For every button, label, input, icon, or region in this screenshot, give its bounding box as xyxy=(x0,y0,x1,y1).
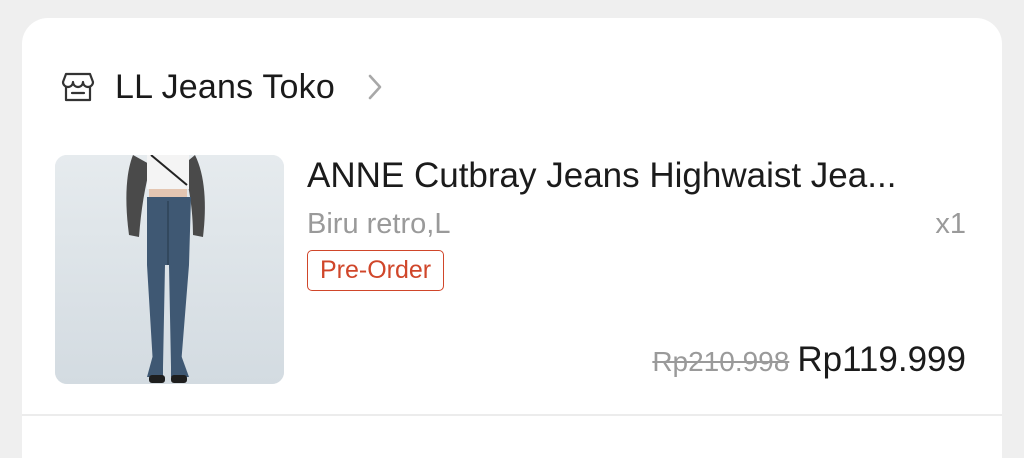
product-variant: Biru retro,L xyxy=(307,208,451,240)
price-row: Rp210.998 Rp119.999 xyxy=(652,340,966,380)
current-price: Rp119.999 xyxy=(797,340,966,379)
store-icon xyxy=(61,72,95,102)
product-title[interactable]: ANNE Cutbray Jeans Highwaist Jea... xyxy=(307,156,977,196)
divider xyxy=(22,414,1002,416)
chevron-right-icon[interactable] xyxy=(365,71,385,103)
original-price: Rp210.998 xyxy=(652,346,790,377)
product-quantity: x1 xyxy=(935,208,966,240)
shop-header[interactable]: LL Jeans Toko xyxy=(60,66,385,108)
order-card: LL Jeans Toko ANNE Cutbray Jeans Highwai… xyxy=(22,18,1002,458)
shop-name[interactable]: LL Jeans Toko xyxy=(115,68,335,107)
pre-order-badge: Pre-Order xyxy=(307,250,445,291)
product-image[interactable] xyxy=(55,155,284,384)
